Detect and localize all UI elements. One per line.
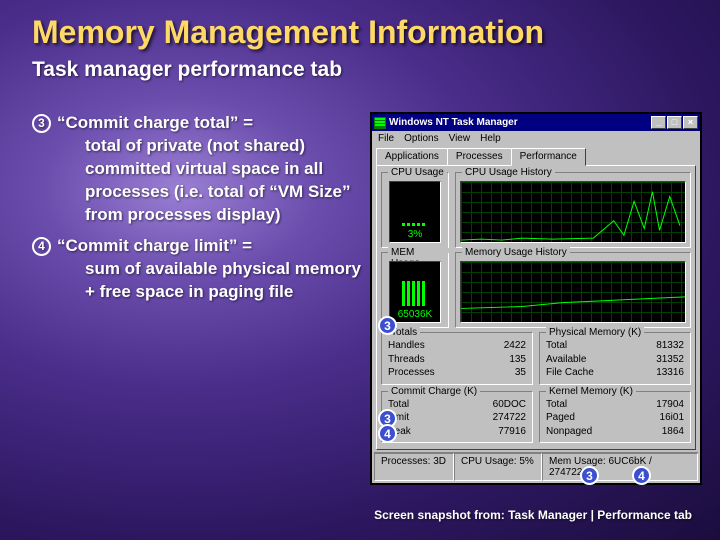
tab-applications[interactable]: Applications <box>376 148 448 165</box>
maximize-button[interactable]: □ <box>667 116 682 129</box>
menu-file[interactable]: File <box>378 133 394 144</box>
threads-value: 135 <box>509 353 526 367</box>
physmem-box: Physical Memory (K) Total81332 Available… <box>539 332 691 385</box>
cpu-usage-label: CPU Usage <box>388 167 447 178</box>
commit-label: Commit Charge (K) <box>388 386 480 397</box>
cpu-history-label: CPU Usage History <box>462 167 555 178</box>
commit-limit-value: 274722 <box>493 411 526 425</box>
physmem-total-value: 81332 <box>656 339 684 353</box>
commit-peak-value: 77916 <box>498 425 526 439</box>
kernel-label: Kernel Memory (K) <box>546 386 636 397</box>
kernel-paged-label: Paged <box>546 411 575 425</box>
app-icon <box>374 117 386 129</box>
kernel-total-value: 17904 <box>656 398 684 412</box>
cpu-usage-value: 3% <box>390 229 440 240</box>
kernel-nonpaged-value: 1864 <box>662 425 684 439</box>
threads-label: Threads <box>388 353 425 367</box>
cpu-history-box: CPU Usage History <box>455 172 691 248</box>
physmem-available-label: Available <box>546 353 586 367</box>
tab-performance[interactable]: Performance <box>511 148 586 166</box>
callout-status-3: 3 <box>580 464 599 483</box>
physmem-total-label: Total <box>546 339 567 353</box>
performance-panel: CPU Usage 3% CPU Usage History MEM Usage <box>376 165 696 450</box>
handles-label: Handles <box>388 339 425 353</box>
bullet-4: 4 “Commit charge limit” = sum of availab… <box>32 235 362 304</box>
bullet-4-head: “Commit charge limit” = <box>57 236 252 255</box>
bullet-4-body: sum of available physical memory + free … <box>57 258 362 304</box>
handles-value: 2422 <box>504 339 526 353</box>
callout-commit-4: 4 <box>378 422 397 441</box>
slide-bullets: 3 “Commit charge total” = total of priva… <box>32 112 362 312</box>
status-processes: Processes: 3D <box>374 453 454 481</box>
menu-options[interactable]: Options <box>404 133 438 144</box>
menu-help[interactable]: Help <box>480 133 501 144</box>
menu-bar: File Options View Help <box>372 131 700 146</box>
kernel-paged-value: 16i01 <box>660 411 684 425</box>
physmem-cache-value: 13316 <box>656 366 684 380</box>
cpu-history-graph <box>460 181 686 243</box>
status-mem: Mem Usage: 6UC6bK / 274722K <box>542 453 698 481</box>
callout-mem-3: 3 <box>378 314 397 333</box>
physmem-available-value: 31352 <box>656 353 684 367</box>
slide-subtitle: Task manager performance tab <box>32 58 342 82</box>
slide-title: Memory Management Information <box>32 14 544 51</box>
mem-history-graph <box>460 261 686 323</box>
mem-usage-value: 65036K <box>390 309 440 320</box>
bullet-marker-4-icon: 4 <box>32 237 51 256</box>
mem-history-label: Memory Usage History <box>462 247 570 258</box>
window-title: Windows NT Task Manager <box>389 117 651 128</box>
slide-footnote: Screen snapshot from: Task Manager | Per… <box>374 508 692 522</box>
cpu-usage-box: CPU Usage 3% <box>381 172 449 248</box>
close-button[interactable]: × <box>683 116 698 129</box>
status-cpu: CPU Usage: 5% <box>454 453 542 481</box>
kernel-total-label: Total <box>546 398 567 412</box>
bullet-3: 3 “Commit charge total” = total of priva… <box>32 112 362 227</box>
tab-processes[interactable]: Processes <box>447 148 512 165</box>
kernel-box: Kernel Memory (K) Total17904 Paged16i01 … <box>539 391 691 444</box>
task-manager-window: Windows NT Task Manager _ □ × File Optio… <box>370 112 702 485</box>
bullet-3-body: total of private (not shared) committed … <box>57 135 362 227</box>
bullet-marker-3-icon: 3 <box>32 114 51 133</box>
cpu-usage-meter: 3% <box>389 181 441 243</box>
processes-label: Processes <box>388 366 435 380</box>
kernel-nonpaged-label: Nonpaged <box>546 425 592 439</box>
physmem-label: Physical Memory (K) <box>546 327 644 338</box>
titlebar[interactable]: Windows NT Task Manager _ □ × <box>372 114 700 131</box>
processes-value: 35 <box>515 366 526 380</box>
physmem-cache-label: File Cache <box>546 366 594 380</box>
menu-view[interactable]: View <box>449 133 471 144</box>
commit-box: Commit Charge (K) Total60DOC Limit274722… <box>381 391 533 444</box>
tab-strip: Applications Processes Performance <box>376 148 696 165</box>
mem-history-box: Memory Usage History <box>455 252 691 328</box>
callout-status-4: 4 <box>632 464 651 483</box>
commit-total-value: 60DOC <box>493 398 526 412</box>
totals-box: Totals Handles2422 Threads135 Processes3… <box>381 332 533 385</box>
bullet-3-head: “Commit charge total” = <box>57 113 253 132</box>
minimize-button[interactable]: _ <box>651 116 666 129</box>
